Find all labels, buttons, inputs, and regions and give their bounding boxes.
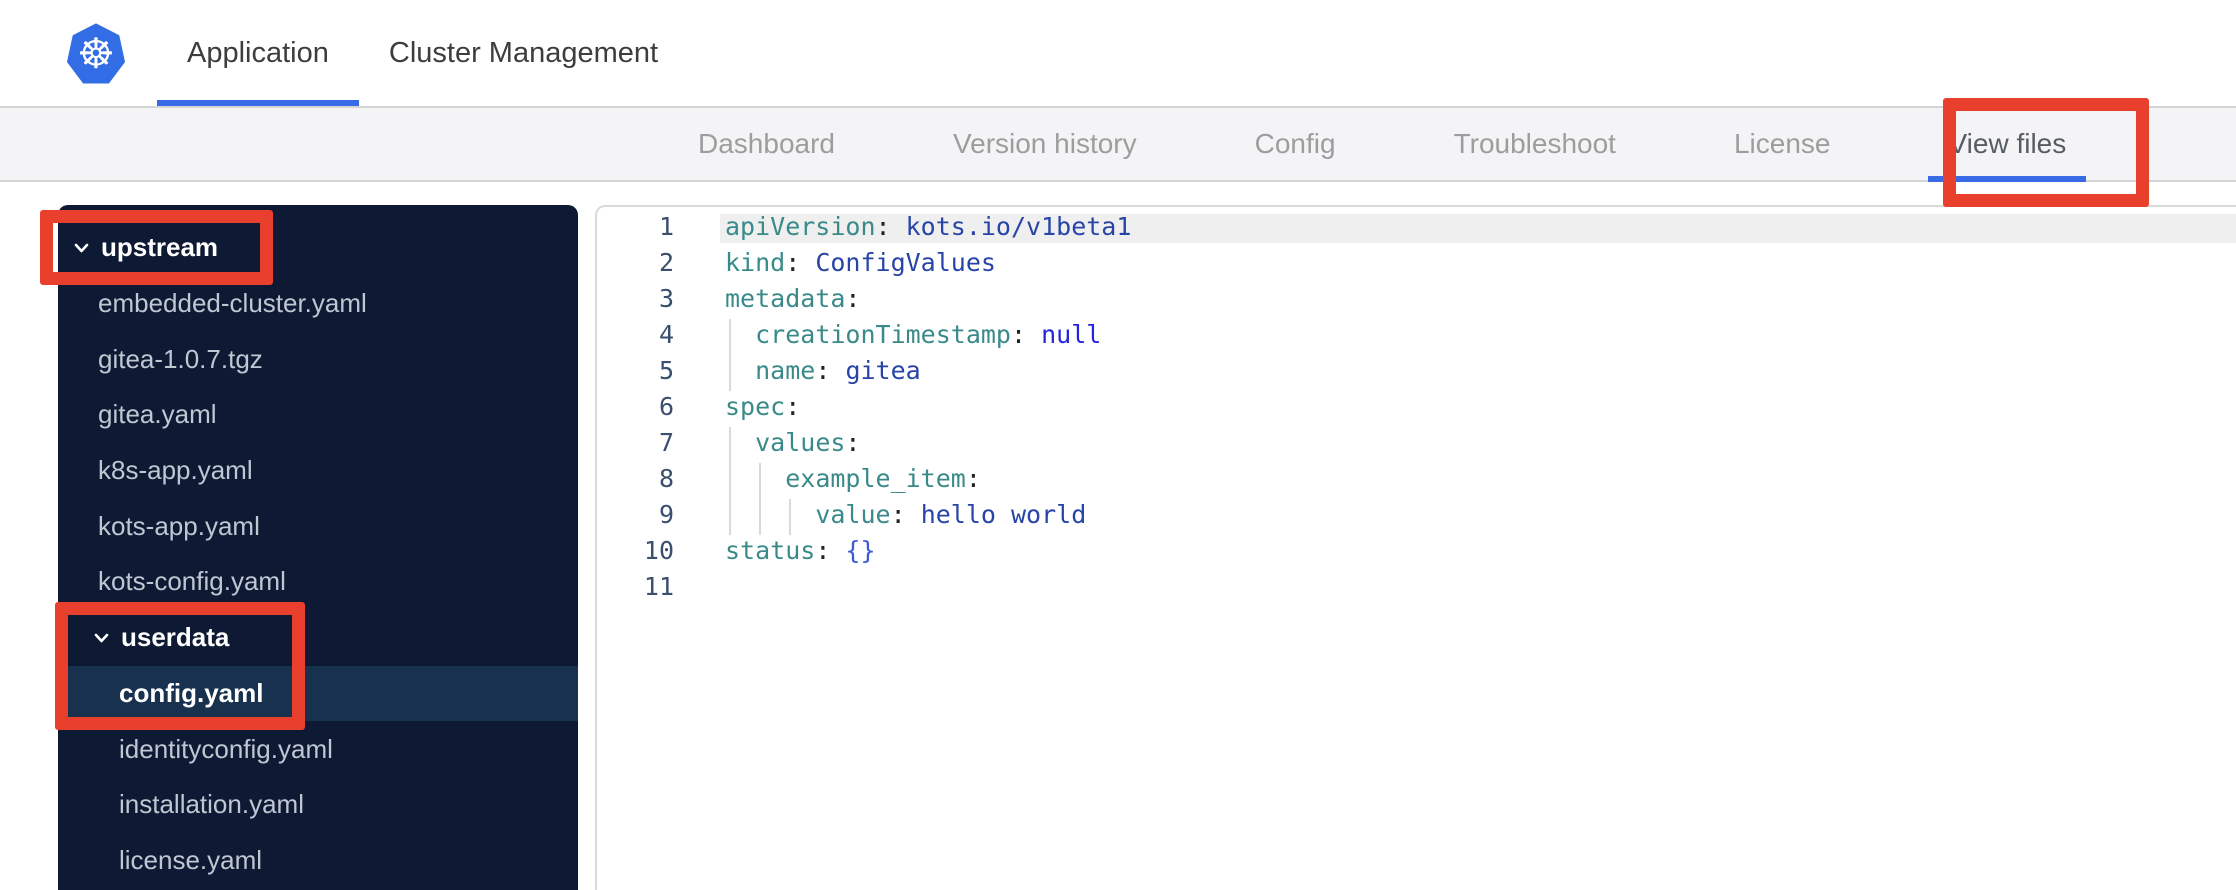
code-line-6[interactable]: 6 spec: bbox=[597, 389, 2236, 425]
line-content: apiVersion: kots.io/v1beta1 bbox=[725, 212, 1132, 241]
header-tab-cluster-management[interactable]: Cluster Management bbox=[359, 0, 688, 106]
line-content: name: gitea bbox=[755, 356, 921, 385]
line-number: 10 bbox=[643, 536, 674, 565]
line-number: 2 bbox=[658, 248, 674, 277]
helm-wheel-icon: ☸ bbox=[77, 29, 115, 78]
code-line-11[interactable]: 11 bbox=[597, 569, 2236, 605]
line-number: 6 bbox=[658, 392, 674, 421]
header-tab-label: Application bbox=[187, 36, 329, 69]
line-content: creationTimestamp: null bbox=[755, 320, 1102, 349]
subnav-item-config[interactable]: Config bbox=[1255, 108, 1336, 180]
line-content: metadata: bbox=[725, 284, 861, 313]
code-line-8[interactable]: 8 example_item: bbox=[597, 461, 2236, 497]
tree-item-k8s-app-yaml[interactable]: k8s-app.yaml bbox=[58, 443, 578, 499]
code-line-4[interactable]: 4 creationTimestamp: null bbox=[597, 317, 2236, 353]
code-line-10[interactable]: 10 status: {} bbox=[597, 533, 2236, 569]
line-number: 7 bbox=[658, 428, 674, 457]
line-number: 1 bbox=[658, 212, 674, 241]
file-label: gitea.yaml bbox=[98, 399, 217, 430]
line-number: 4 bbox=[658, 320, 674, 349]
line-content: kind: ConfigValues bbox=[725, 248, 996, 277]
subnav-item-version-history[interactable]: Version history bbox=[953, 108, 1137, 180]
line-number: 11 bbox=[643, 572, 674, 601]
file-label: kots-config.yaml bbox=[98, 566, 286, 597]
file-label: embedded-cluster.yaml bbox=[98, 288, 367, 319]
subnav-item-troubleshoot[interactable]: Troubleshoot bbox=[1454, 108, 1616, 180]
code-line-3[interactable]: 3 metadata: bbox=[597, 281, 2236, 317]
subnav-item-dashboard[interactable]: Dashboard bbox=[698, 108, 835, 180]
active-tab-underline bbox=[157, 100, 359, 106]
code-line-5[interactable]: 5 name: gitea bbox=[597, 353, 2236, 389]
code-line-2[interactable]: 2 kind: ConfigValues bbox=[597, 245, 2236, 281]
line-content: example_item: bbox=[785, 464, 981, 493]
code-line-9[interactable]: 9 value: hello world bbox=[597, 497, 2236, 533]
file-label: installation.yaml bbox=[119, 789, 304, 820]
tree-item-kots-app-yaml[interactable]: kots-app.yaml bbox=[58, 498, 578, 554]
line-number: 5 bbox=[658, 356, 674, 385]
line-content: spec: bbox=[725, 392, 801, 421]
line-number: 3 bbox=[658, 284, 674, 313]
file-viewer[interactable]: 1 apiVersion: kots.io/v1beta1 2 kind: Confi… bbox=[595, 205, 2236, 890]
header-tab-bar: Application Cluster Management bbox=[157, 0, 688, 106]
line-content: values: bbox=[755, 428, 861, 457]
kubernetes-logo: ☸ bbox=[65, 22, 127, 88]
code-line-7[interactable]: 7 values: bbox=[597, 425, 2236, 461]
header-tab-label: Cluster Management bbox=[388, 36, 659, 69]
app-subnav: Dashboard Version history Config Troublesho… bbox=[0, 108, 2236, 182]
subnav-item-label: Version history bbox=[952, 128, 1137, 159]
file-label: k8s-app.yaml bbox=[98, 455, 253, 486]
app-header: ☸ Application Cluster Management bbox=[0, 0, 2236, 108]
tree-item-license-yaml[interactable]: license.yaml bbox=[58, 833, 578, 889]
code-line-1[interactable]: 1 apiVersion: kots.io/v1beta1 bbox=[597, 209, 2236, 245]
line-content bbox=[692, 569, 725, 605]
subnav-item-label: License bbox=[1733, 128, 1831, 159]
file-label: gitea-1.0.7.tgz bbox=[98, 343, 263, 374]
tree-item-gitea-yaml[interactable]: gitea.yaml bbox=[58, 387, 578, 443]
subnav-item-label: Config bbox=[1254, 128, 1336, 159]
header-tab-application[interactable]: Application bbox=[157, 0, 359, 106]
annotation-box-userdata-config bbox=[55, 602, 305, 730]
subnav-item-label: Troubleshoot bbox=[1453, 128, 1616, 159]
file-label: license.yaml bbox=[119, 844, 263, 875]
file-tree-sidebar: upstream embedded-cluster.yaml gitea-1.0.7… bbox=[58, 205, 578, 890]
kubernetes-heptagon: ☸ bbox=[66, 23, 126, 84]
file-label: identityconfig.yaml bbox=[119, 733, 333, 764]
line-content: status: {} bbox=[725, 536, 876, 565]
subnav-item-label: Dashboard bbox=[698, 128, 835, 159]
annotation-box-upstream bbox=[40, 210, 273, 285]
annotation-box-view-files bbox=[1943, 98, 2149, 207]
file-label: kots-app.yaml bbox=[98, 510, 260, 541]
tree-item-gitea-1-0-7-tgz[interactable]: gitea-1.0.7.tgz bbox=[58, 331, 578, 387]
line-number: 8 bbox=[658, 464, 674, 493]
tree-item-installation-yaml[interactable]: installation.yaml bbox=[58, 777, 578, 833]
code-area[interactable]: 1 apiVersion: kots.io/v1beta1 2 kind: Confi… bbox=[597, 207, 2236, 605]
subnav-item-license[interactable]: License bbox=[1734, 108, 1831, 180]
line-number: 9 bbox=[658, 500, 674, 529]
line-content: value: hello world bbox=[815, 500, 1087, 529]
